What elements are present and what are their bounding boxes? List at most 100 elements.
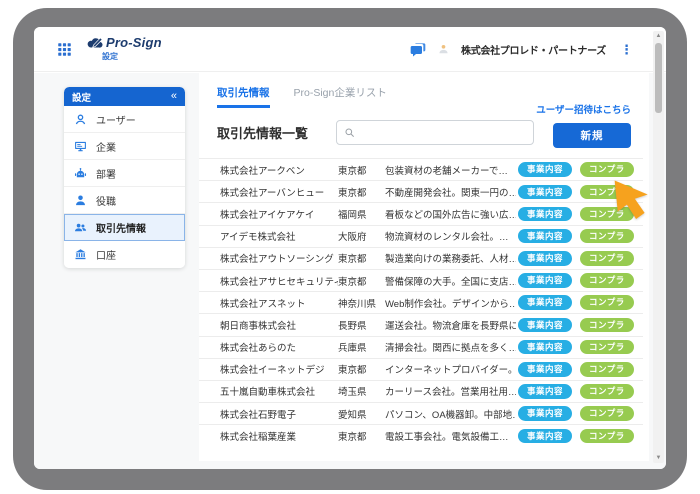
- sidebar-header: 設定 «: [64, 87, 185, 106]
- tab-partner-info[interactable]: 取引先情報: [217, 85, 270, 108]
- position-icon: [74, 194, 87, 207]
- table-row: 株式会社石野電子 愛知県 パソコン、OA機器卸。中部地… 事業内容 コンプラ: [199, 402, 643, 424]
- business-detail-button[interactable]: 事業内容: [518, 251, 572, 266]
- partners-icon: [74, 221, 87, 234]
- partner-prefecture: 福岡県: [338, 207, 385, 221]
- chat-icon[interactable]: [410, 42, 426, 58]
- sidebar-item-company[interactable]: 企業: [64, 133, 185, 160]
- business-detail-button[interactable]: 事業内容: [518, 295, 572, 310]
- partner-description: 不動産開発会社。関東一円の…: [385, 185, 516, 199]
- account-company-name: 株式会社プロレド・パートナーズ: [461, 42, 606, 57]
- partner-description: 運送会社。物流倉庫を長野県に…: [385, 318, 516, 332]
- compliance-check-button[interactable]: コンプラ: [580, 295, 634, 310]
- business-detail-button[interactable]: 事業内容: [518, 162, 572, 177]
- brand-subtitle: 設定: [102, 51, 162, 62]
- business-detail-button[interactable]: 事業内容: [518, 273, 572, 288]
- user-invite-link[interactable]: ユーザー招待はこちら: [536, 102, 631, 116]
- business-detail-button[interactable]: 事業内容: [518, 384, 572, 399]
- vertical-scrollbar[interactable]: ▲ ▼: [653, 31, 664, 463]
- cloud-sign-icon: [86, 36, 104, 50]
- business-detail-button[interactable]: 事業内容: [518, 429, 572, 444]
- business-detail-button[interactable]: 事業内容: [518, 185, 572, 200]
- compliance-check-button[interactable]: コンプラ: [580, 362, 634, 377]
- table-row: 株式会社アーバンヒュー 東京都 不動産開発会社。関東一円の… 事業内容 コンプラ: [199, 180, 643, 202]
- business-detail-button[interactable]: 事業内容: [518, 229, 572, 244]
- partner-description: Web制作会社。デザインから…: [385, 296, 516, 310]
- partner-description: 物流資材のレンタル会社。…: [385, 229, 516, 243]
- compliance-check-button[interactable]: コンプラ: [580, 207, 634, 222]
- partner-description: 製造業向けの業務委託、人材…: [385, 251, 516, 265]
- compliance-check-button[interactable]: コンプラ: [580, 384, 634, 399]
- sidebar-item-position[interactable]: 役職: [64, 187, 185, 214]
- search-box[interactable]: [336, 120, 534, 145]
- table-row: 株式会社アイケアケイ 福岡県 看板などの国外広告に強い広… 事業内容 コンプラ: [199, 202, 643, 224]
- partner-description: 電設工事会社。電気設備工…: [385, 429, 516, 443]
- main-panel: 取引先情報 Pro-Sign企業リスト 取引先情報一覧 ユーザー招待はこちら: [199, 73, 649, 461]
- brand-logo[interactable]: Pro-Sign 設定: [86, 35, 162, 62]
- partner-prefecture: 愛知県: [338, 407, 385, 421]
- partner-prefecture: 埼玉県: [338, 384, 385, 398]
- device-frame: Pro-Sign 設定 株式会社プロレド・パートナーズ ⋮: [13, 8, 687, 490]
- partner-name: 株式会社イーネットデジ: [220, 362, 338, 376]
- business-detail-button[interactable]: 事業内容: [518, 318, 572, 333]
- user-icon: [74, 113, 87, 126]
- partner-prefecture: 兵庫県: [338, 340, 385, 354]
- compliance-check-button[interactable]: コンプラ: [580, 429, 634, 444]
- partner-prefecture: 東京都: [338, 185, 385, 199]
- compliance-check-button[interactable]: コンプラ: [580, 229, 634, 244]
- partner-name: 株式会社石野電子: [220, 407, 338, 421]
- scrollbar-thumb[interactable]: [655, 43, 662, 113]
- partner-description: カーリース会社。営業用社用…: [385, 384, 516, 398]
- sidebar-item-bank[interactable]: 口座: [64, 241, 185, 268]
- search-input[interactable]: [360, 127, 526, 138]
- app-grid-icon[interactable]: [57, 42, 72, 57]
- screen: Pro-Sign 設定 株式会社プロレド・パートナーズ ⋮: [34, 27, 666, 469]
- partner-name: 株式会社あらのた: [220, 340, 338, 354]
- new-button[interactable]: 新規: [553, 123, 631, 148]
- screenshot-stage: Pro-Sign 設定 株式会社プロレド・パートナーズ ⋮: [0, 0, 700, 494]
- table-row: 株式会社稲葉産業 東京都 電設工事会社。電気設備工… 事業内容 コンプラ: [199, 424, 643, 446]
- overflow-menu-icon[interactable]: ⋮: [617, 41, 636, 58]
- partner-name: 株式会社稲葉産業: [220, 429, 338, 443]
- business-detail-button[interactable]: 事業内容: [518, 362, 572, 377]
- partner-prefecture: 東京都: [338, 251, 385, 265]
- business-detail-button[interactable]: 事業内容: [518, 406, 572, 421]
- collapse-sidebar-icon[interactable]: «: [171, 91, 177, 102]
- business-detail-button[interactable]: 事業内容: [518, 207, 572, 222]
- partner-prefecture: 東京都: [338, 163, 385, 177]
- scroll-up-icon[interactable]: ▲: [653, 32, 664, 40]
- search-icon: [344, 127, 355, 138]
- partner-description: 清掃会社。関西に拠点を多く…: [385, 340, 516, 354]
- tab-prosign-company-list[interactable]: Pro-Sign企業リスト: [294, 85, 387, 108]
- partner-prefecture: 長野県: [338, 318, 385, 332]
- compliance-check-button[interactable]: コンプラ: [580, 162, 634, 177]
- partner-name: 株式会社アークベン: [220, 163, 338, 177]
- toolbar: 取引先情報一覧 ユーザー招待はこちら 新規: [217, 116, 631, 148]
- compliance-check-button[interactable]: コンプラ: [580, 185, 634, 200]
- partner-name: 朝日商事株式会社: [220, 318, 338, 332]
- table-row: 株式会社アサヒセキュリティ 東京都 警備保障の大手。全国に支店… 事業内容 コン…: [199, 269, 643, 291]
- sidebar-item-user[interactable]: ユーザー: [64, 106, 185, 133]
- bank-icon: [74, 248, 87, 261]
- partner-prefecture: 大阪府: [338, 229, 385, 243]
- compliance-check-button[interactable]: コンプラ: [580, 406, 634, 421]
- sidebar-item-partners[interactable]: 取引先情報: [64, 214, 185, 241]
- compliance-check-button[interactable]: コンプラ: [580, 318, 634, 333]
- table-row: 株式会社アウトソーシング 東京都 製造業向けの業務委託、人材… 事業内容 コンプ…: [199, 247, 643, 269]
- app-header: Pro-Sign 設定 株式会社プロレド・パートナーズ ⋮: [34, 27, 666, 72]
- compliance-check-button[interactable]: コンプラ: [580, 273, 634, 288]
- business-detail-button[interactable]: 事業内容: [518, 340, 572, 355]
- partner-description: パソコン、OA機器卸。中部地…: [385, 407, 516, 421]
- partner-description: インターネットプロバイダー。…: [385, 362, 516, 376]
- partner-prefecture: 東京都: [338, 274, 385, 288]
- table-row: 株式会社アークベン 東京都 包装資材の老舗メーカーで… 事業内容 コンプラ: [199, 158, 643, 180]
- table-row: 株式会社アスネット 神奈川県 Web制作会社。デザインから… 事業内容 コンプラ: [199, 291, 643, 313]
- partner-description: 警備保障の大手。全国に支店…: [385, 274, 516, 288]
- compliance-check-button[interactable]: コンプラ: [580, 251, 634, 266]
- table-row: アイデモ株式会社 大阪府 物流資材のレンタル会社。… 事業内容 コンプラ: [199, 225, 643, 247]
- table-row: 朝日商事株式会社 長野県 運送会社。物流倉庫を長野県に… 事業内容 コンプラ: [199, 313, 643, 335]
- settings-sidebar: 設定 « ユーザー 企業 部署 役職 取引先情報 口座: [64, 87, 185, 268]
- compliance-check-button[interactable]: コンプラ: [580, 340, 634, 355]
- sidebar-item-department[interactable]: 部署: [64, 160, 185, 187]
- scroll-down-icon[interactable]: ▼: [653, 454, 664, 462]
